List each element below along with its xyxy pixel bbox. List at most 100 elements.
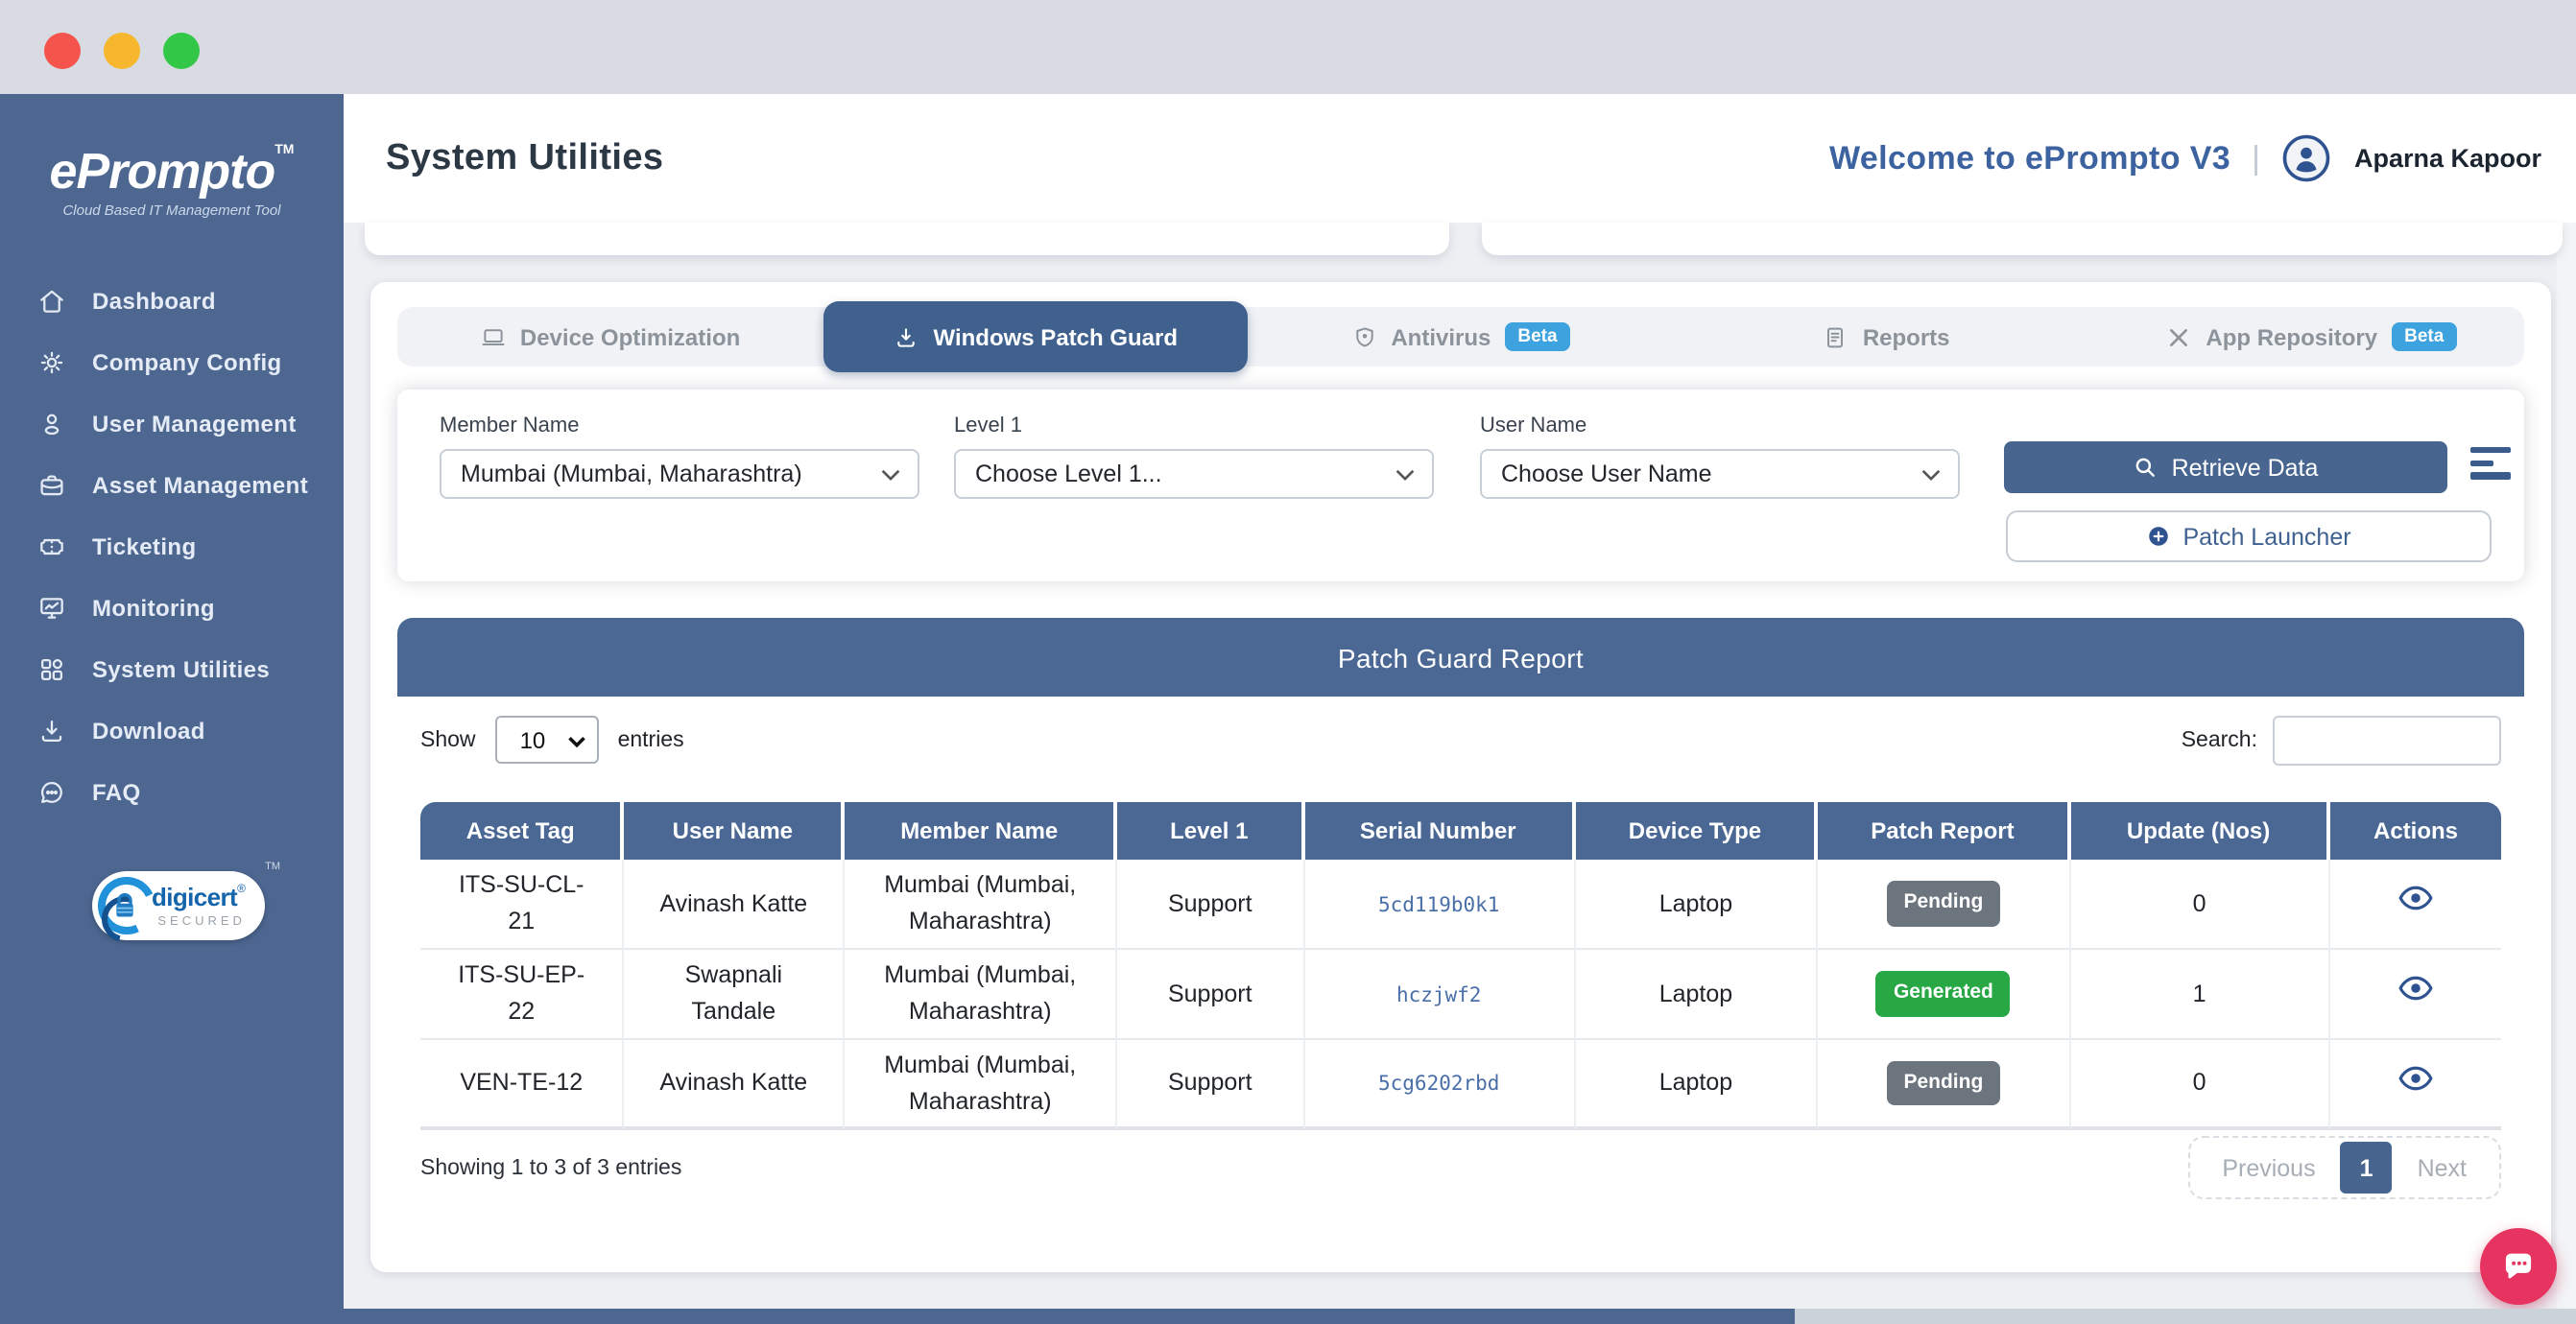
sidebar: ePromptoTM Cloud Based IT Management Too… (0, 94, 344, 1324)
serial-number[interactable]: hczjwf2 (1396, 983, 1482, 1006)
sidebar-item-label: Ticketing (92, 533, 197, 560)
cropped-card-left (365, 223, 1449, 255)
sidebar-item-monitoring[interactable]: Monitoring (0, 578, 344, 639)
tab-label: Reports (1863, 323, 1950, 350)
show-label: Show (420, 728, 476, 751)
download-icon (36, 716, 67, 746)
gear-icon (36, 347, 67, 378)
device-type-cell: Laptop (1575, 860, 1819, 950)
page-size-value: 10 (520, 726, 546, 753)
level1-select[interactable]: Choose Level 1... (954, 449, 1434, 499)
patch-report-cell: Pending (1819, 860, 2070, 950)
member-name-select[interactable]: Mumbai (Mumbai, Maharashtra) (440, 449, 919, 499)
table-row: VEN-TE-12 Avinash Katte Mumbai (Mumbai, … (420, 1040, 2501, 1130)
header-divider: | (2252, 139, 2260, 177)
col-member-name[interactable]: Member Name (845, 802, 1117, 860)
col-device-type[interactable]: Device Type (1575, 802, 1819, 860)
serial-number[interactable]: 5cd119b0k1 (1378, 893, 1499, 916)
retrieve-data-button[interactable]: Retrieve Data (2004, 441, 2447, 493)
tab-reports[interactable]: Reports (1674, 307, 2099, 366)
zoom-window-icon[interactable] (163, 33, 200, 69)
asset-tag-cell: ITS-SU-EP-22 (420, 950, 624, 1040)
digicert-secured: SECURED (152, 917, 246, 930)
member-name-cell: Mumbai (Mumbai, Maharashtra) (845, 950, 1117, 1040)
retrieve-data-label: Retrieve Data (2172, 454, 2319, 481)
tab-windows-patch-guard[interactable]: Windows Patch Guard (823, 301, 1248, 372)
tab-label: App Repository (2206, 323, 2377, 350)
status-badge: Generated (1876, 971, 2011, 1017)
col-user-name[interactable]: User Name (624, 802, 845, 860)
grid-icon (36, 654, 67, 685)
sidebar-item-ticketing[interactable]: Ticketing (0, 516, 344, 578)
sidebar-item-label: Asset Management (92, 472, 308, 499)
sidebar-item-system-utilities[interactable]: System Utilities (0, 639, 344, 700)
user-name-select[interactable]: Choose User Name (1480, 449, 1960, 499)
next-page-button[interactable]: Next (2393, 1154, 2492, 1181)
sidebar-item-label: Download (92, 718, 205, 745)
sidebar-item-label: FAQ (92, 779, 141, 806)
tab-label: Windows Patch Guard (934, 323, 1179, 350)
eye-icon[interactable] (2397, 975, 2434, 1002)
col-level1[interactable]: Level 1 (1117, 802, 1304, 860)
sidebar-item-label: Monitoring (92, 595, 215, 622)
tab-device-optimization[interactable]: Device Optimization (397, 307, 823, 366)
serial-cell: 5cd119b0k1 (1304, 860, 1575, 950)
download-icon (894, 323, 920, 350)
eye-icon[interactable] (2397, 1064, 2434, 1091)
digicert-badge[interactable]: digicert® SECURED TM (92, 871, 265, 940)
briefcase-icon (36, 470, 67, 501)
serial-cell: 5cg6202rbd (1304, 1040, 1575, 1130)
sidebar-item-asset-management[interactable]: Asset Management (0, 455, 344, 516)
bottom-scrollbar-thumb[interactable] (0, 1309, 1795, 1324)
updates-cell: 1 (2070, 950, 2330, 1040)
user-name-cell: Avinash Katte (624, 1040, 845, 1130)
sidebar-item-company-config[interactable]: Company Config (0, 332, 344, 393)
scrollbar-track[interactable] (2557, 223, 2576, 1309)
col-patch-report[interactable]: Patch Report (1819, 802, 2070, 860)
chevron-down-icon (1395, 468, 1415, 482)
close-window-icon[interactable] (44, 33, 81, 69)
status-badge: Pending (1886, 881, 2000, 927)
system-utilities-card: Device Optimization Windows Patch Guard … (370, 282, 2551, 1272)
asset-tag-cell: ITS-SU-CL-21 (420, 860, 624, 950)
patch-launcher-button[interactable]: Patch Launcher (2006, 510, 2492, 562)
device-type-cell: Laptop (1575, 950, 1819, 1040)
serial-number[interactable]: 5cg6202rbd (1378, 1073, 1499, 1096)
tabs-bar: Device Optimization Windows Patch Guard … (397, 307, 2524, 366)
digicert-tm: TM (265, 862, 280, 873)
entries-label: entries (618, 728, 684, 751)
previous-page-button[interactable]: Previous (2197, 1154, 2340, 1181)
home-icon (36, 286, 67, 317)
chevron-down-icon (568, 735, 585, 748)
page-size-select[interactable]: 10 (495, 716, 599, 764)
eye-icon[interactable] (2397, 885, 2434, 911)
member-name-label: Member Name (440, 414, 919, 437)
col-asset-tag[interactable]: Asset Tag (420, 802, 624, 860)
tab-antivirus[interactable]: Antivirus Beta (1248, 307, 1673, 366)
minimize-window-icon[interactable] (104, 33, 140, 69)
brand-tm: TM (274, 144, 294, 157)
sidebar-item-user-management[interactable]: User Management (0, 393, 344, 455)
tab-label: Device Optimization (520, 323, 740, 350)
col-serial-number[interactable]: Serial Number (1304, 802, 1575, 860)
avatar[interactable] (2281, 132, 2333, 184)
chat-fab-button[interactable] (2480, 1228, 2557, 1305)
ticket-icon (36, 532, 67, 562)
level1-cell: Support (1117, 1040, 1304, 1130)
sidebar-item-faq[interactable]: FAQ (0, 762, 344, 823)
report-body: Show 10 entries Search: (397, 697, 2524, 1199)
tab-app-repository[interactable]: App Repository Beta (2099, 307, 2524, 366)
page-1-button[interactable]: 1 (2341, 1142, 2393, 1194)
col-actions[interactable]: Actions (2330, 802, 2501, 860)
sidebar-item-dashboard[interactable]: Dashboard (0, 271, 344, 332)
patch-report-cell: Pending (1819, 1040, 2070, 1130)
search-input[interactable] (2273, 715, 2501, 765)
shield-icon (1350, 323, 1377, 350)
level1-cell: Support (1117, 860, 1304, 950)
col-update-nos[interactable]: Update (Nos) (2070, 802, 2330, 860)
brand-logo[interactable]: ePromptoTM Cloud Based IT Management Too… (0, 144, 344, 219)
beta-badge: Beta (2391, 322, 2457, 351)
menu-bars-icon[interactable] (2470, 447, 2511, 479)
cropped-card-right (1482, 223, 2563, 255)
sidebar-item-download[interactable]: Download (0, 700, 344, 762)
